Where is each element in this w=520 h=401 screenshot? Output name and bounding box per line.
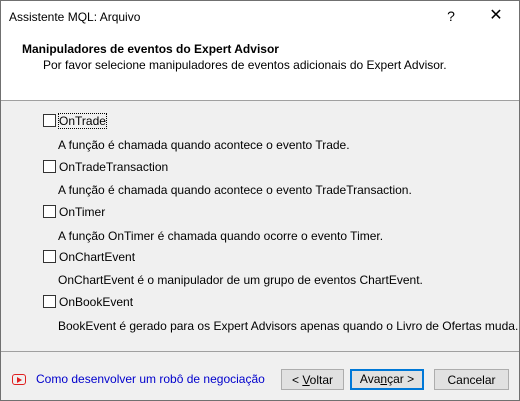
- title-bar: Assistente MQL: Arquivo ? ✕: [1, 1, 519, 32]
- help-button[interactable]: ?: [433, 1, 469, 32]
- event-ontrade[interactable]: OnTrade: [43, 112, 107, 129]
- video-play-icon: [12, 374, 26, 386]
- event-handler-list: OnTrade A função é chamada quando aconte…: [1, 101, 519, 350]
- page-title: Manipuladores de eventos do Expert Advis…: [22, 42, 279, 56]
- page-subtitle: Por favor selecione manipuladores de eve…: [43, 58, 447, 72]
- footer-divider: [1, 351, 519, 352]
- ontradetransaction-label[interactable]: OnTradeTransaction: [59, 160, 168, 174]
- back-button[interactable]: < Voltar: [281, 369, 344, 390]
- back-rest: oltar: [309, 373, 334, 387]
- ontimer-checkbox[interactable]: [43, 205, 56, 219]
- onchartevent-description: OnChartEvent é o manipulador de um grupo…: [58, 273, 423, 287]
- onchartevent-label[interactable]: OnChartEvent: [59, 250, 135, 264]
- wizard-window: Assistente MQL: Arquivo ? ✕ Manipuladore…: [0, 0, 520, 401]
- onchartevent-checkbox[interactable]: [43, 250, 56, 264]
- next-button[interactable]: Avançar >: [350, 369, 424, 390]
- ontimer-description: A função OnTimer é chamada quando ocorre…: [58, 229, 384, 243]
- event-ontimer[interactable]: OnTimer: [43, 204, 105, 219]
- onbookevent-checkbox[interactable]: [43, 295, 56, 309]
- event-onchartevent[interactable]: OnChartEvent: [43, 249, 135, 264]
- help-link[interactable]: Como desenvolver um robô de negociação: [12, 372, 265, 386]
- next-rest: çar >: [387, 372, 415, 386]
- ontradetransaction-description: A função é chamada quando acontece o eve…: [58, 183, 412, 197]
- event-ontradetransaction[interactable]: OnTradeTransaction: [43, 159, 168, 174]
- ontrade-checkbox[interactable]: [43, 114, 56, 128]
- window-title: Assistente MQL: Arquivo: [9, 10, 141, 24]
- back-mnemonic: V: [302, 373, 310, 387]
- ontrade-description: A função é chamada quando acontece o eve…: [58, 138, 350, 152]
- cancel-button[interactable]: Cancelar: [434, 369, 509, 390]
- ontimer-label[interactable]: OnTimer: [59, 205, 105, 219]
- next-prefix: Ava: [359, 372, 381, 386]
- ontrade-label[interactable]: OnTrade: [58, 112, 107, 129]
- close-button[interactable]: ✕: [474, 1, 518, 32]
- help-link-text[interactable]: Como desenvolver um robô de negociação: [36, 372, 265, 386]
- wizard-header: Manipuladores de eventos do Expert Advis…: [1, 32, 519, 101]
- back-prefix: <: [291, 373, 303, 387]
- ontradetransaction-checkbox[interactable]: [43, 160, 56, 174]
- onbookevent-description: BookEvent é gerado para os Expert Adviso…: [58, 319, 519, 333]
- event-onbookevent[interactable]: OnBookEvent: [43, 294, 133, 309]
- onbookevent-label[interactable]: OnBookEvent: [59, 295, 133, 309]
